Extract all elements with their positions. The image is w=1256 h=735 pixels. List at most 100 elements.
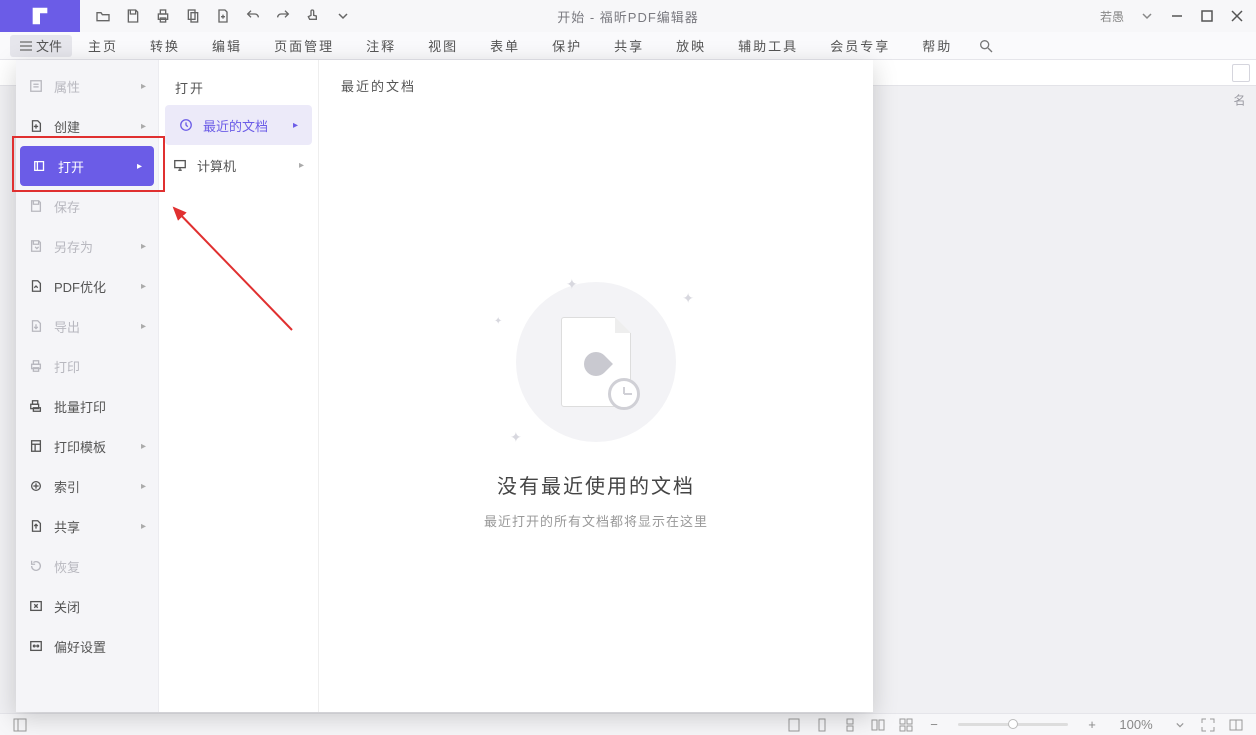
file-menu-item-icon [28,278,44,294]
sidebar-toggle-icon[interactable] [10,716,30,734]
two-page-icon[interactable] [868,716,888,734]
file-menu-item-11[interactable]: 共享▸ [16,506,158,546]
zoom-slider[interactable] [958,723,1068,726]
title-bar: 开始 - 福昕PDF编辑器 若愚 [0,0,1256,32]
recent-documents-panel: 最近的文档 ✦ ✦ ✦ ✦ 没有最近使用的文档 最近打开的所有文档都将显示在这里 [319,60,873,712]
single-page-icon[interactable] [812,716,832,734]
file-menu-item-7: 打印 [16,346,158,386]
maximize-button[interactable] [1194,3,1220,29]
file-menu-item-icon [28,518,44,534]
file-menu-item-5[interactable]: PDF优化▸ [16,266,158,306]
print-icon[interactable] [150,3,176,29]
two-continuous-icon[interactable] [896,716,916,734]
file-menu-item-icon [28,638,44,654]
tab-annotate[interactable]: 注释 [350,32,412,60]
file-menu-item-1[interactable]: 创建▸ [16,106,158,146]
file-menu-item-label: 偏好设置 [54,637,106,656]
file-menu-item-9[interactable]: 打印模板 ▸ [16,426,158,466]
chevron-right-icon: ▸ [137,161,142,172]
qat-more-icon[interactable] [330,3,356,29]
file-menu-item-14[interactable]: 偏好设置 [16,626,158,666]
chevron-right-icon: ▸ [299,160,304,171]
zoom-percent[interactable]: 100% [1110,717,1162,732]
file-menu-item-icon [28,398,44,414]
empty-subtitle: 最近打开的所有文档都将显示在这里 [484,511,708,530]
tab-view[interactable]: 视图 [412,32,474,60]
copy-icon[interactable] [180,3,206,29]
zoom-dropdown-icon[interactable] [1170,716,1190,734]
chevron-right-icon: ▸ [141,81,146,92]
close-button[interactable] [1224,3,1250,29]
chevron-right-icon: ▸ [141,321,146,332]
user-dropdown-icon[interactable] [1134,3,1160,29]
file-menu-item-label: 打印模板 [54,437,106,456]
tab-vip[interactable]: 会员专享 [814,32,906,60]
open-source-item-0[interactable]: 最近的文档 ▸ [165,105,312,145]
tab-edit[interactable]: 编辑 [196,32,258,60]
tab-share[interactable]: 共享 [598,32,660,60]
save-icon[interactable] [120,3,146,29]
recent-documents-title: 最近的文档 [319,60,873,99]
chevron-right-icon: ▸ [141,441,146,452]
panel-label-partial: 名 [1234,94,1248,108]
file-menu-item-icon [28,478,44,494]
file-menu-item-13[interactable]: 关闭 [16,586,158,626]
tab-convert[interactable]: 转换 [134,32,196,60]
file-tab[interactable]: 文件 [10,35,72,57]
open-source-icon [173,158,187,172]
file-open-subpanel: 打开 最近的文档 ▸ 计算机 ▸ [159,60,319,712]
file-tab-label: 文件 [36,36,62,55]
open-source-label: 计算机 [197,156,236,175]
open-source-label: 最近的文档 [203,116,268,135]
file-menu-item-4: 另存为▸ [16,226,158,266]
file-menu-item-icon [28,118,44,134]
file-menu-item-label: 保存 [54,197,80,216]
file-menu-item-icon [28,318,44,334]
file-menu-item-label: 打开 [58,157,84,176]
fullscreen-icon[interactable] [1198,716,1218,734]
file-menu-item-3: 保存 [16,186,158,226]
tab-aux-tools[interactable]: 辅助工具 [722,32,814,60]
file-menu-item-icon [28,438,44,454]
file-menu-item-icon [28,78,44,94]
tab-home[interactable]: 主页 [72,32,134,60]
tabstrip-button[interactable] [1232,64,1250,82]
zoom-out-button[interactable]: − [924,716,944,734]
file-menu-item-icon [28,198,44,214]
open-icon[interactable] [90,3,116,29]
file-menu-item-label: 关闭 [54,597,80,616]
redo-icon[interactable] [270,3,296,29]
chevron-right-icon: ▸ [293,120,298,131]
tab-pages[interactable]: 页面管理 [258,32,350,60]
chevron-right-icon: ▸ [141,481,146,492]
minimize-button[interactable] [1164,3,1190,29]
sparkle-icon: ✦ [682,290,694,307]
user-name[interactable]: 若愚 [1094,8,1130,25]
open-source-item-1[interactable]: 计算机 ▸ [159,145,318,185]
file-menu-item-6: 导出 ▸ [16,306,158,346]
undo-icon[interactable] [240,3,266,29]
zoom-in-button[interactable]: + [1082,716,1102,734]
tab-help[interactable]: 帮助 [906,32,968,60]
tab-forms[interactable]: 表单 [474,32,536,60]
chevron-right-icon: ▸ [141,521,146,532]
app-logo [0,0,80,32]
new-doc-icon[interactable] [210,3,236,29]
file-menu-item-10[interactable]: 索引▸ [16,466,158,506]
open-subpanel-title: 打开 [159,66,318,105]
read-mode-icon[interactable] [1226,716,1246,734]
fit-page-icon[interactable] [784,716,804,734]
empty-title: 没有最近使用的文档 [497,470,695,499]
touch-mode-icon[interactable] [300,3,326,29]
continuous-page-icon[interactable] [840,716,860,734]
file-menu-item-8[interactable]: 批量打印 [16,386,158,426]
open-source-icon [179,118,193,132]
tab-protect[interactable]: 保护 [536,32,598,60]
ribbon-search-icon[interactable] [976,36,996,56]
tab-present[interactable]: 放映 [660,32,722,60]
file-menu-item-label: 批量打印 [54,397,106,416]
file-menu-item-label: 导出 [54,317,80,336]
file-menu-item-label: 打印 [54,357,80,376]
file-menu-item-2[interactable]: 打开 ▸ [20,146,154,186]
file-menu-item-icon [28,558,44,574]
